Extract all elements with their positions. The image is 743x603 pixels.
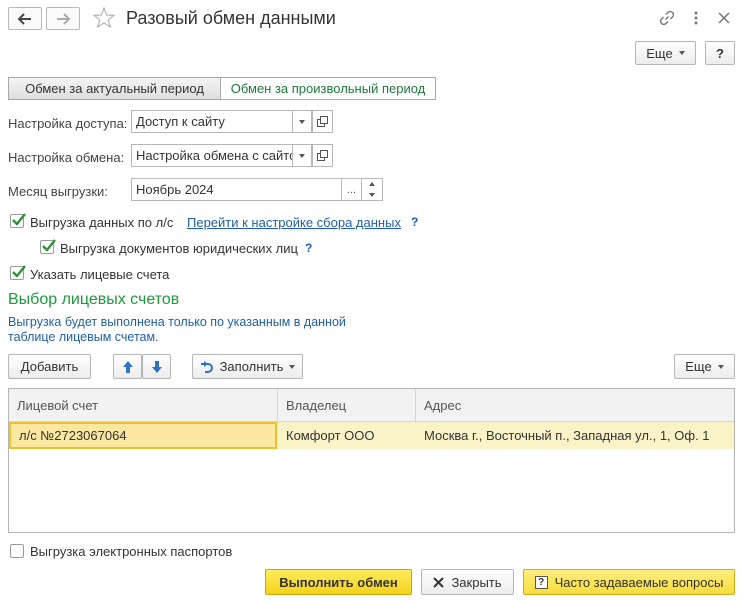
passports-checkbox[interactable] — [10, 544, 24, 558]
arrow-up-icon — [122, 360, 133, 373]
forward-button[interactable] — [46, 7, 80, 30]
table-more-label: Еще — [685, 359, 712, 374]
accounts-section-title: Выбор лицевых счетов — [8, 291, 180, 308]
table-more-button[interactable]: Еще — [674, 354, 735, 379]
cell-address[interactable]: Москва г., Восточный п., Западная ул., 1… — [416, 422, 734, 449]
exchange-setting-label: Настройка обмена: — [8, 150, 125, 165]
export-month-label: Месяц выгрузки: — [8, 184, 108, 199]
cell-owner[interactable]: Комфорт ООО — [278, 422, 416, 449]
help-question-icon[interactable]: ? — [411, 215, 418, 229]
arrow-left-icon — [18, 12, 31, 25]
column-header-owner[interactable]: Владелец — [278, 389, 416, 422]
run-exchange-button[interactable]: Выполнить обмен — [265, 569, 412, 595]
fill-button[interactable]: Заполнить — [192, 354, 303, 379]
cell-account[interactable]: л/с №2723067064 — [9, 422, 277, 449]
question-box-icon: ? — [534, 575, 548, 589]
close-button-label: Закрыть — [451, 574, 502, 590]
table-header: Лицевой счет Владелец Адрес — [9, 389, 734, 422]
fill-button-label: Заполнить — [219, 359, 284, 374]
export-month-field[interactable]: Ноябрь 2024 — [131, 178, 342, 201]
add-button[interactable]: Добавить — [8, 354, 91, 379]
help-button-label: ? — [716, 45, 724, 61]
fill-arrow-icon — [200, 360, 213, 373]
passports-label: Выгрузка электронных паспортов — [30, 544, 233, 559]
page-title: Разовый обмен данными — [126, 8, 336, 28]
export-by-accounts-checkbox[interactable] — [10, 213, 26, 228]
move-down-button[interactable] — [142, 354, 171, 379]
access-setting-label: Настройка доступа: — [8, 116, 128, 131]
access-open-button[interactable] — [312, 110, 333, 133]
checkmark-icon — [42, 239, 56, 252]
spin-down-icon[interactable] — [369, 192, 375, 197]
month-spinner[interactable] — [361, 178, 383, 201]
run-exchange-label: Выполнить обмен — [279, 574, 398, 590]
tab-actual-period[interactable]: Обмен за актуальный период — [8, 77, 221, 100]
help-button[interactable]: ? — [705, 41, 735, 65]
month-select-button[interactable]: ... — [341, 178, 362, 201]
checkmark-icon — [12, 265, 26, 278]
collection-settings-link[interactable]: Перейти к настройке сбора данных — [187, 215, 401, 230]
checkmark-icon — [12, 213, 26, 226]
table-row[interactable]: л/с №2723067064 Комфорт ООО Москва г., В… — [9, 422, 734, 449]
column-header-address[interactable]: Адрес — [416, 389, 734, 422]
add-button-label: Добавить — [20, 359, 79, 374]
tab-custom-period-label: Обмен за произвольный период — [230, 81, 426, 96]
menu-dots-icon[interactable] — [686, 8, 706, 28]
exchange-setting-field[interactable]: Настройка обмена с сайто — [131, 144, 293, 167]
close-button[interactable]: Закрыть — [421, 569, 514, 595]
arrow-down-icon — [151, 360, 162, 373]
help-question-icon[interactable]: ? — [305, 241, 312, 255]
close-icon[interactable] — [714, 8, 734, 28]
chevron-down-icon — [289, 364, 296, 369]
column-header-account[interactable]: Лицевой счет — [9, 389, 278, 422]
tab-custom-period[interactable]: Обмен за произвольный период — [220, 77, 436, 100]
open-form-icon — [317, 150, 328, 161]
exchange-open-button[interactable] — [312, 144, 333, 167]
more-button-label: Еще — [646, 45, 673, 61]
close-x-icon — [433, 576, 445, 588]
favorite-star-icon[interactable] — [92, 6, 116, 30]
exchange-dropdown-button[interactable] — [292, 144, 312, 167]
legal-docs-label: Выгрузка документов юридических лиц — [60, 241, 298, 256]
specify-accounts-checkbox[interactable] — [10, 265, 26, 280]
chevron-down-icon — [678, 51, 685, 55]
specify-accounts-label: Указать лицевые счета — [30, 267, 170, 282]
open-form-icon — [317, 116, 328, 127]
move-up-button[interactable] — [113, 354, 142, 379]
legal-docs-checkbox[interactable] — [40, 239, 56, 254]
faq-button[interactable]: ? Часто задаваемые вопросы — [523, 569, 735, 595]
chevron-down-icon — [717, 364, 724, 369]
export-by-accounts-label: Выгрузка данных по л/с — [30, 215, 174, 230]
arrow-right-icon — [57, 12, 70, 25]
link-icon[interactable] — [657, 8, 677, 28]
back-button[interactable] — [8, 7, 42, 30]
spin-up-icon[interactable] — [369, 182, 375, 187]
chevron-down-icon — [299, 153, 305, 158]
accounts-table[interactable]: Лицевой счет Владелец Адрес л/с №2723067… — [8, 388, 735, 533]
chevron-down-icon — [299, 119, 305, 124]
faq-button-label: Часто задаваемые вопросы — [554, 574, 724, 590]
access-setting-field[interactable]: Доступ к сайту — [131, 110, 293, 133]
dots-icon: ... — [346, 183, 357, 196]
access-dropdown-button[interactable] — [292, 110, 312, 133]
tab-actual-period-label: Обмен за актуальный период — [25, 81, 204, 96]
more-button[interactable]: Еще — [635, 41, 696, 65]
accounts-hint: Выгрузка будет выполнена только по указа… — [8, 315, 346, 344]
